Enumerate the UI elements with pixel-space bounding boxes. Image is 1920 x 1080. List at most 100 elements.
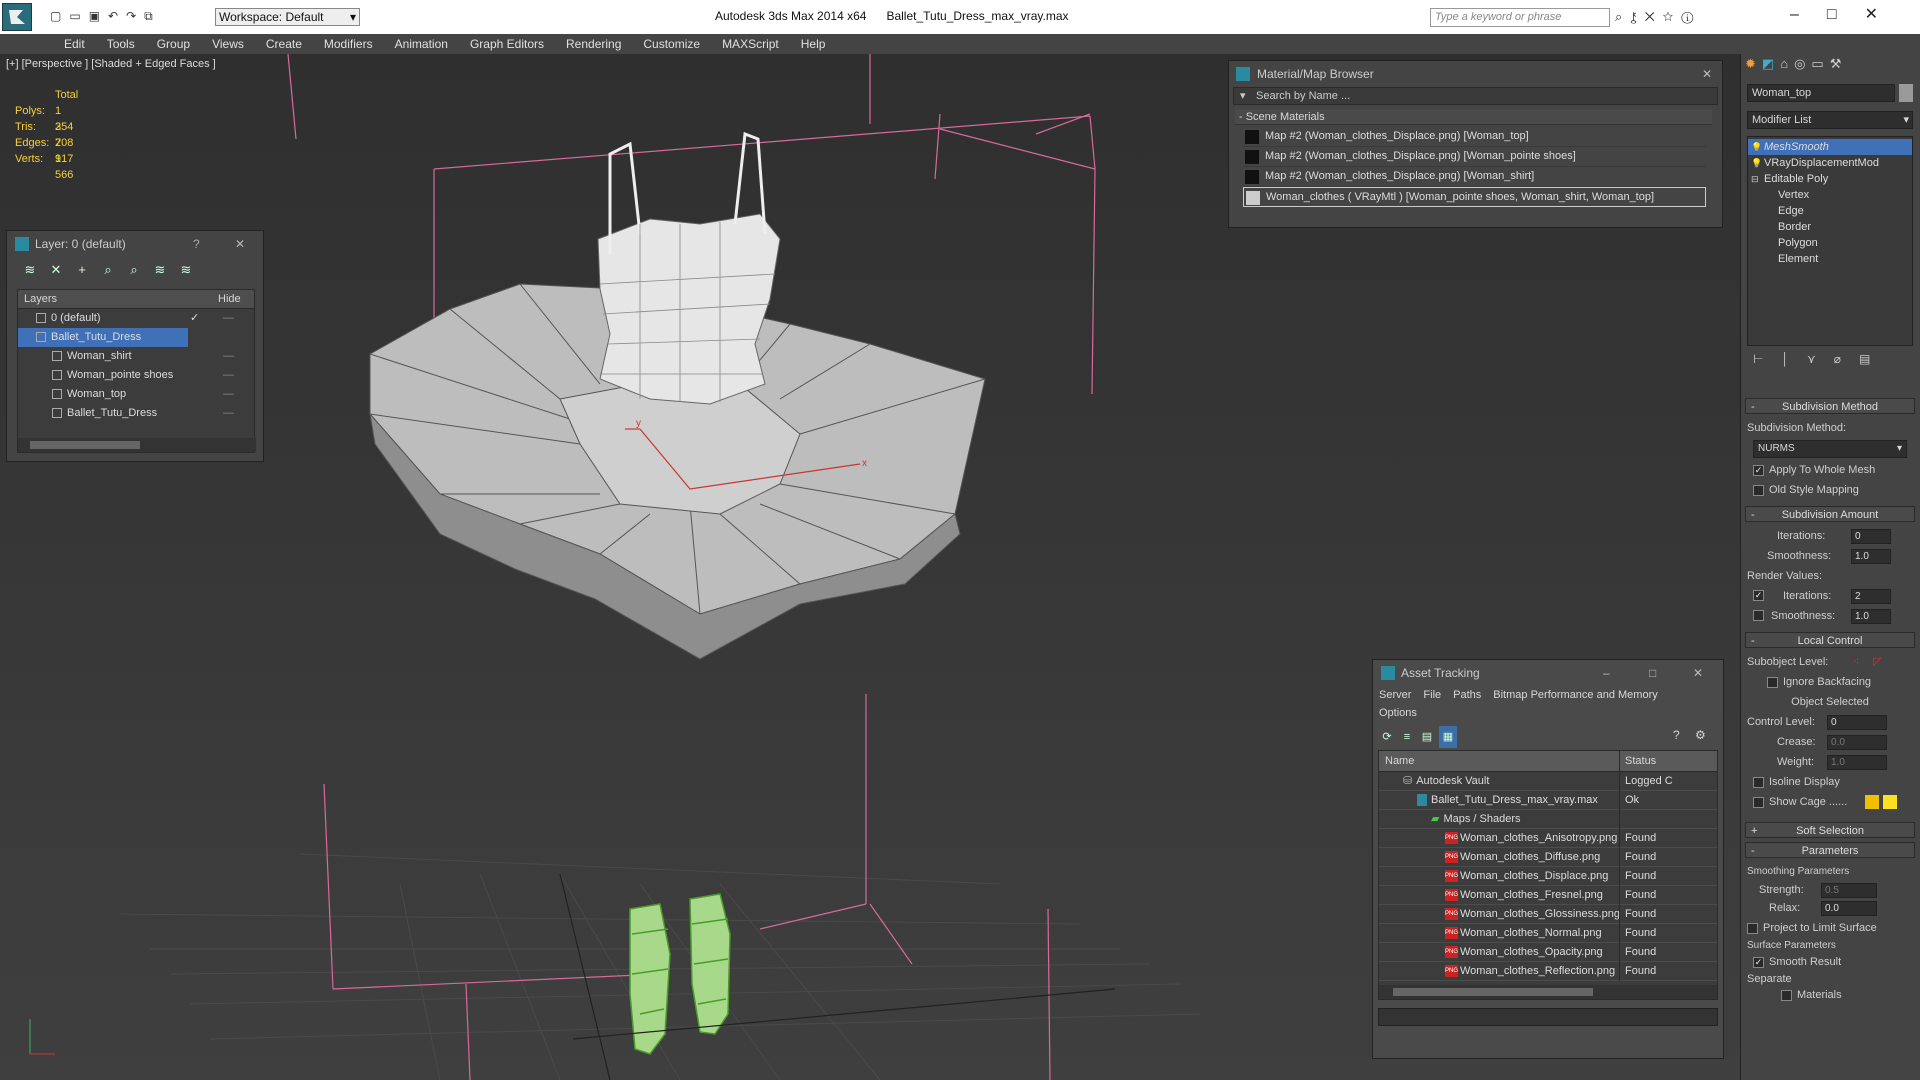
smoothness-spinner[interactable]: 1.0 — [1851, 549, 1891, 564]
col-layers[interactable]: Layers — [18, 293, 57, 305]
help-icon[interactable]: ? — [1673, 728, 1680, 742]
scroll-thumb[interactable] — [30, 441, 140, 449]
relax-spinner[interactable]: 0.0 — [1821, 901, 1877, 916]
material-row[interactable]: Woman_clothes ( VRayMtl ) [Woman_pointe … — [1243, 187, 1706, 207]
hide-toggle-icon[interactable]: — — [223, 347, 234, 366]
redo-icon[interactable]: ↷ — [126, 9, 136, 23]
hide-toggle-icon[interactable]: — — [223, 385, 234, 404]
menu-item-edit[interactable]: Edit — [53, 34, 96, 54]
vertex-mode-icon[interactable]: ⁖ — [1853, 652, 1859, 672]
tree-view-icon[interactable]: ▤ — [1419, 726, 1435, 748]
open-file-icon[interactable]: ▭ — [69, 9, 80, 23]
show-cage-row[interactable]: Show Cage ...... — [1753, 792, 1913, 812]
modifier-stack-item[interactable]: Edge — [1748, 203, 1912, 219]
asset-hscroll[interactable] — [1379, 985, 1717, 999]
utilities-tab-icon[interactable]: ⚒ — [1830, 56, 1848, 71]
viewport-label[interactable]: [+] [Perspective ] [Shaded + Edged Faces… — [6, 58, 216, 70]
asset-menu-options[interactable]: Options — [1379, 707, 1417, 719]
menu-item-create[interactable]: Create — [255, 34, 313, 54]
menu-item-customize[interactable]: Customize — [632, 34, 711, 54]
layer-row[interactable]: Woman_top — — [18, 385, 254, 404]
create-layer-icon[interactable]: ≋ — [19, 259, 41, 281]
asset-row[interactable]: PNG Woman_clothes_Anisotropy.png Found — [1379, 829, 1717, 848]
close-icon[interactable]: ✕ — [1865, 6, 1906, 23]
help-icon[interactable]: ⓘ — [1681, 9, 1701, 24]
settings-icon[interactable]: ⚙ — [1695, 728, 1706, 742]
tools-icon[interactable]: ✕ — [1645, 9, 1663, 24]
menu-item-graph-editors[interactable]: Graph Editors — [459, 34, 555, 54]
workspace-dropdown[interactable]: Workspace: Default ▾ — [215, 8, 360, 26]
old-style-mapping-checkbox[interactable] — [1753, 484, 1764, 496]
strength-spinner[interactable]: 0.5 — [1821, 883, 1877, 898]
key-icon[interactable]: ⚷ — [1630, 9, 1644, 24]
maximize-icon[interactable]: □ — [1827, 6, 1865, 23]
smooth-result-row[interactable]: ✓ Smooth Result — [1753, 954, 1913, 971]
asset-row[interactable]: PNG Woman_clothes_Fresnel.png Found — [1379, 886, 1717, 905]
modifier-stack-item[interactable]: 💡 VRayDisplacementMod — [1748, 155, 1912, 171]
asset-row[interactable]: Ballet_Tutu_Dress_max_vray.max Ok — [1379, 791, 1717, 810]
select-objects-icon[interactable]: ⌕ — [97, 259, 119, 281]
render-smoothness-checkbox[interactable] — [1753, 610, 1764, 621]
subdivision-amount-rollout[interactable]: - Subdivision Amount — [1745, 506, 1915, 522]
menu-item-animation[interactable]: Animation — [384, 34, 459, 54]
menu-item-tools[interactable]: Tools — [96, 34, 146, 54]
close-icon[interactable]: ✕ — [1702, 61, 1712, 87]
weight-spinner[interactable]: 1.0 — [1827, 755, 1887, 770]
hide-toggle-icon[interactable]: — — [223, 366, 234, 385]
subdivision-method-rollout[interactable]: - Subdivision Method — [1745, 398, 1915, 414]
asset-row[interactable]: PNG Woman_clothes_Diffuse.png Found — [1379, 848, 1717, 867]
help-icon[interactable]: ? — [193, 231, 200, 257]
asset-menu-file[interactable]: File — [1423, 689, 1441, 701]
col-name[interactable]: Name — [1379, 755, 1414, 767]
asset-row[interactable]: PNG Woman_clothes_Displace.png Found — [1379, 867, 1717, 886]
render-smoothness-spinner[interactable]: 1.0 — [1851, 609, 1891, 624]
highlight-layer-icon[interactable]: ⌕ — [123, 259, 145, 281]
minimize-icon[interactable]: – — [1603, 660, 1610, 686]
modifier-list-dropdown[interactable]: Modifier List ▾ — [1747, 111, 1913, 129]
table-view-icon[interactable]: ▦ — [1439, 726, 1457, 748]
isoline-row[interactable]: Isoline Display — [1753, 772, 1913, 792]
render-iterations-checkbox[interactable]: ✓ — [1753, 590, 1764, 601]
create-tab-icon[interactable]: ✹ — [1745, 56, 1762, 71]
scene-materials-section[interactable]: - Scene Materials — [1235, 109, 1712, 125]
modifier-toggle-icon[interactable]: 💡 — [1751, 155, 1762, 171]
close-icon[interactable]: ✕ — [235, 231, 245, 257]
col-hide[interactable]: Hide — [218, 290, 241, 309]
freeze-all-icon[interactable]: ≋ — [175, 259, 197, 281]
show-end-result-icon[interactable]: │ — [1781, 352, 1807, 366]
object-color-swatch[interactable] — [1899, 84, 1913, 102]
material-row[interactable]: Map #2 (Woman_clothes_Displace.png) [Wom… — [1243, 167, 1706, 187]
add-to-layer-icon[interactable]: + — [71, 259, 93, 281]
asset-menu-bitmap-performance-and-memory[interactable]: Bitmap Performance and Memory — [1493, 689, 1657, 701]
smooth-result-checkbox[interactable]: ✓ — [1753, 956, 1764, 968]
menu-item-maxscript[interactable]: MAXScript — [711, 34, 790, 54]
subdivision-method-select[interactable]: NURMS ▾ — [1753, 440, 1907, 458]
old-style-mapping-row[interactable]: Old Style Mapping — [1753, 480, 1913, 500]
object-name-field[interactable]: Woman_top — [1747, 84, 1895, 102]
modifier-toggle-icon[interactable]: ⊟ — [1751, 171, 1759, 187]
keyword-search-input[interactable]: Type a keyword or phrase — [1430, 8, 1610, 27]
make-unique-icon[interactable]: ⋎ — [1807, 352, 1834, 366]
display-tab-icon[interactable]: ▭ — [1811, 56, 1829, 71]
star-icon[interactable]: ☆ — [1663, 9, 1682, 24]
delete-layer-icon[interactable]: ✕ — [45, 259, 67, 281]
material-row[interactable]: Map #2 (Woman_clothes_Displace.png) [Wom… — [1243, 127, 1706, 147]
scroll-thumb[interactable] — [1393, 988, 1593, 996]
asset-row[interactable]: PNG Woman_clothes_Normal.png Found — [1379, 924, 1717, 943]
project-limit-row[interactable]: Project to Limit Surface — [1747, 918, 1913, 938]
crease-spinner[interactable]: 0.0 — [1827, 735, 1887, 750]
layer-row[interactable]: Woman_pointe shoes — — [18, 366, 254, 385]
modifier-stack-item[interactable]: Vertex — [1748, 187, 1912, 203]
layer-row[interactable]: Ballet_Tutu_Dress— — [18, 404, 254, 423]
modifier-stack-item[interactable]: Polygon — [1748, 235, 1912, 251]
app-logo-button[interactable] — [2, 3, 32, 31]
layer-row[interactable]: Woman_shirt — — [18, 347, 254, 366]
active-layer-check-icon[interactable]: ✓ — [190, 309, 199, 328]
asset-row[interactable]: PNG Woman_clothes_Glossiness.png Found — [1379, 905, 1717, 924]
modifier-stack-item[interactable]: 💡 MeshSmooth — [1748, 139, 1912, 155]
ignore-backfacing-checkbox[interactable] — [1767, 676, 1778, 688]
hide-all-icon[interactable]: ≋ — [149, 259, 171, 281]
close-icon[interactable]: ✕ — [1693, 660, 1703, 686]
layer-row[interactable]: Ballet_Tutu_Dress— — [18, 328, 188, 347]
asset-row[interactable]: ▰ Maps / Shaders — [1379, 810, 1717, 829]
